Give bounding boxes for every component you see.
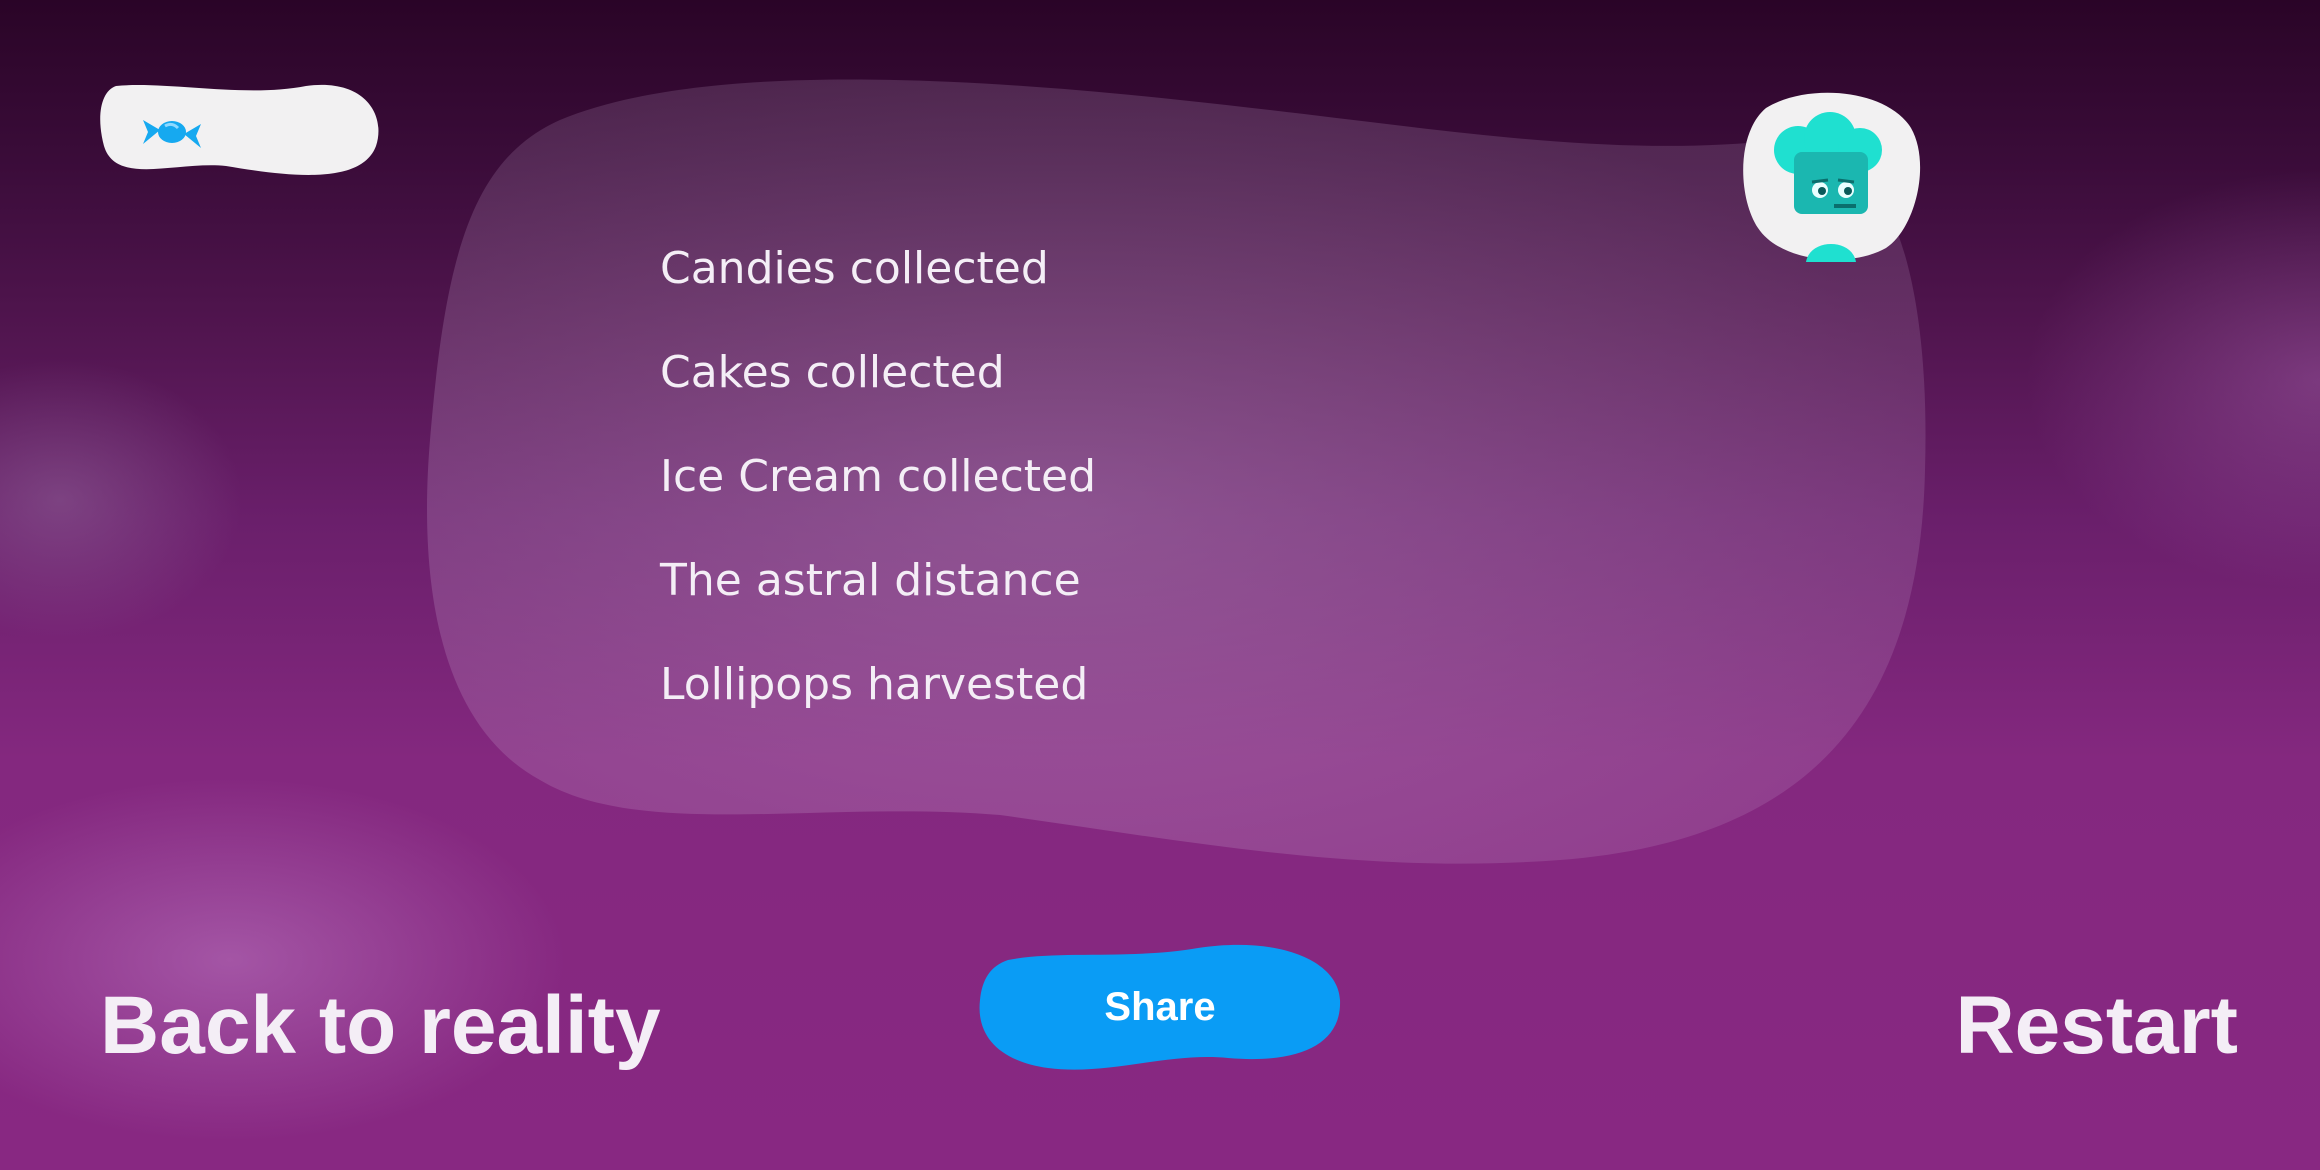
stat-lollipops: Lollipops harvested	[660, 659, 1089, 710]
stats-panel	[427, 79, 1926, 864]
restart-button[interactable]: Restart	[1955, 978, 2238, 1074]
stat-astral-distance: The astral distance	[660, 555, 1081, 606]
back-to-reality-button[interactable]: Back to reality	[100, 978, 661, 1074]
avatar[interactable]	[1736, 88, 1924, 262]
stat-cakes: Cakes collected	[660, 347, 1005, 398]
share-button[interactable]: Share	[978, 940, 1342, 1074]
candy-icon	[143, 120, 201, 148]
stat-ice-cream: Ice Cream collected	[660, 451, 1097, 502]
share-label: Share	[1104, 985, 1216, 1029]
stat-candies: Candies collected	[660, 243, 1049, 294]
